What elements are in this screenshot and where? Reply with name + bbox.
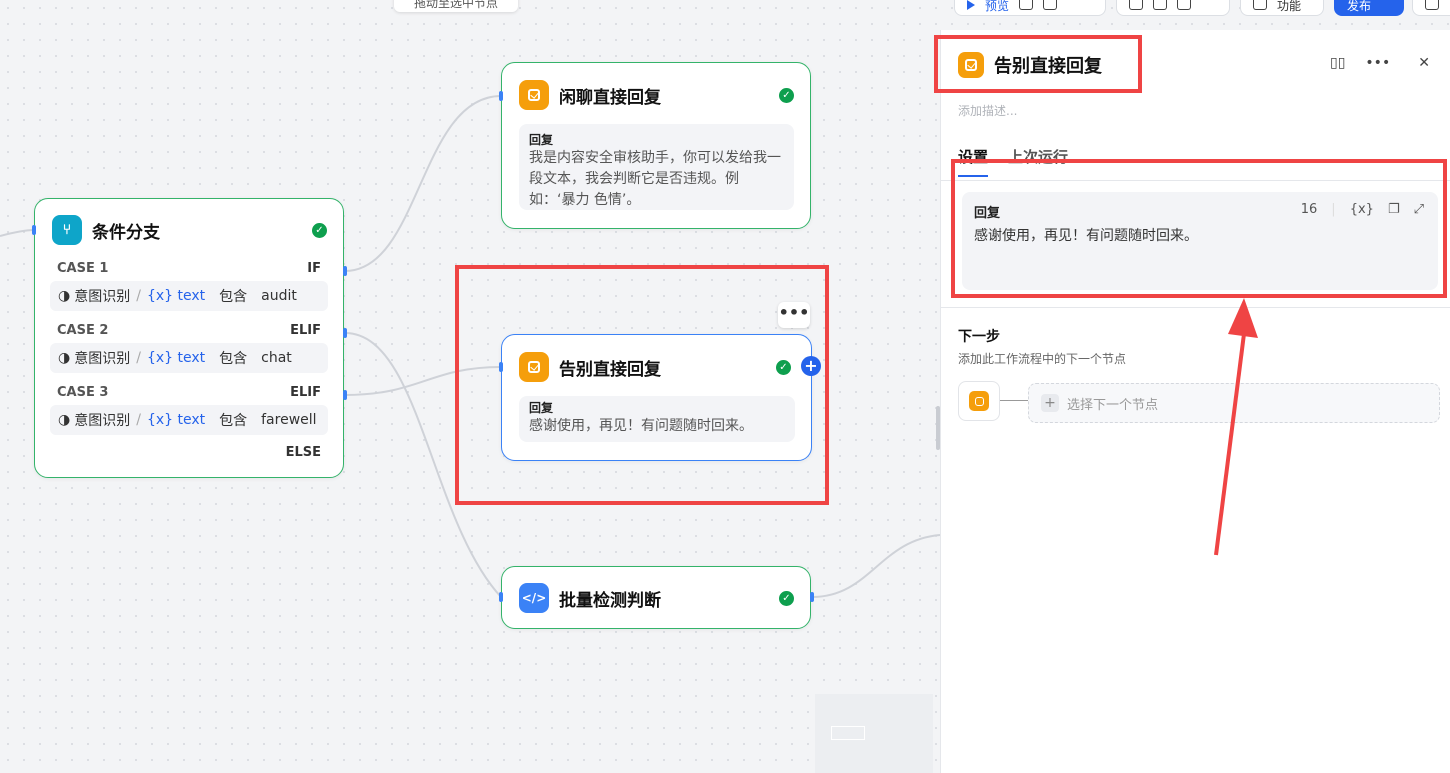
case-2-output-port[interactable] <box>343 328 347 338</box>
case-3-output-port[interactable] <box>343 390 347 400</box>
annotation-highlight-node <box>455 265 829 505</box>
tools-toolbar[interactable] <box>1116 0 1230 16</box>
variable-tag: {x} text <box>146 288 206 304</box>
section-divider <box>940 307 1450 308</box>
minimap-viewport <box>831 726 865 740</box>
plus-icon: + <box>1041 394 1059 412</box>
variable-tag: {x} text <box>146 412 206 428</box>
play-icon <box>967 0 975 10</box>
node-title: 批量检测判断 <box>559 590 661 611</box>
node-title: 条件分支 <box>92 222 160 243</box>
description-input[interactable]: 添加描述... <box>958 102 1017 119</box>
case-3-header: CASE 3 ELIF <box>57 384 321 400</box>
reply-node-icon <box>969 391 989 411</box>
select-next-node-label: 选择下一个节点 <box>1067 397 1159 413</box>
next-step-title: 下一步 <box>958 329 1000 345</box>
input-port[interactable] <box>32 225 36 235</box>
checklist-icon[interactable] <box>1043 0 1058 10</box>
export-icon[interactable] <box>1177 0 1191 10</box>
apps-icon <box>1253 0 1267 10</box>
annotation-highlight-reply <box>951 159 1447 298</box>
success-check-icon: ✓ <box>779 590 794 606</box>
success-check-icon: ✓ <box>779 87 794 103</box>
input-port[interactable] <box>499 592 503 602</box>
node-header: </> 批量检测判断 ✓ <box>519 583 794 613</box>
minimap[interactable] <box>815 694 933 773</box>
case-2-condition[interactable]: ◑ 意图识别 / {x} text 包含 chat <box>50 343 328 373</box>
more-icon[interactable]: ••• <box>1365 55 1390 71</box>
preview-toolbar[interactable]: 预览 <box>954 0 1106 16</box>
code-icon: </> <box>519 583 549 613</box>
condition-branch-node[interactable]: ⑂ 条件分支 ✓ CASE 1 IF ◑ 意图识别 / {x} text 包含 au… <box>34 198 344 478</box>
annotation-highlight-title <box>934 35 1142 93</box>
intent-icon: ◑ <box>58 412 71 428</box>
reply-preview: 回复 我是内容安全审核助手，你可以发给我一段文本，我会判断它是否违规。例如：‘暴… <box>519 124 794 210</box>
branch-icon: ⑂ <box>52 215 82 245</box>
publish-label: 发布 <box>1347 0 1372 13</box>
clock-button[interactable] <box>1412 0 1450 16</box>
variable-tag: {x} text <box>146 350 206 366</box>
preview-button[interactable]: 预览 <box>985 0 1009 14</box>
publish-button[interactable]: 发布 <box>1334 0 1404 16</box>
history-icon[interactable] <box>1019 0 1034 10</box>
select-next-node-button[interactable]: + 选择下一个节点 <box>1028 383 1440 423</box>
case-1-header: CASE 1 IF <box>57 260 321 276</box>
panel-actions: ▯▯ ••• ✕ <box>1330 55 1430 71</box>
book-icon[interactable]: ▯▯ <box>1330 55 1345 71</box>
chitchat-reply-node[interactable]: 闲聊直接回复 ✓ 回复 我是内容安全审核助手，你可以发给我一段文本，我会判断它是… <box>501 62 811 229</box>
input-port[interactable] <box>499 91 503 101</box>
intent-icon: ◑ <box>58 350 71 366</box>
clock-icon <box>1425 0 1439 10</box>
intent-icon: ◑ <box>58 288 71 304</box>
next-connector <box>1000 400 1028 401</box>
next-step-subtitle: 添加此工作流程中的下一个节点 <box>958 352 1127 366</box>
features-label: 功能 <box>1277 0 1302 13</box>
node-header: ⑂ 条件分支 ✓ <box>35 215 343 245</box>
reply-text: 我是内容安全审核助手，你可以发给我一段文本，我会判断它是否违规。例如：‘暴力 色… <box>529 150 781 208</box>
case-3-condition[interactable]: ◑ 意图识别 / {x} text 包含 farewell <box>50 405 328 435</box>
current-node-chip <box>958 381 1000 421</box>
comment-icon[interactable] <box>1129 0 1143 10</box>
close-icon[interactable]: ✕ <box>1418 55 1430 71</box>
node-header: 闲聊直接回复 ✓ <box>519 80 794 110</box>
batch-check-node[interactable]: </> 批量检测判断 ✓ <box>501 566 811 629</box>
reply-label: 回复 <box>529 133 554 147</box>
drag-hint-tooltip: 拖动至选中节点 <box>394 0 518 12</box>
output-port[interactable] <box>810 592 814 602</box>
case-2-header: CASE 2 ELIF <box>57 322 321 338</box>
case-1-output-port[interactable] <box>343 266 347 276</box>
reply-node-icon <box>519 80 549 110</box>
success-check-icon: ✓ <box>312 222 327 238</box>
features-button[interactable]: 功能 <box>1240 0 1324 16</box>
else-row: ELSE <box>285 444 321 460</box>
drag-hint-text: 拖动至选中节点 <box>413 0 498 10</box>
chart-icon[interactable] <box>1153 0 1167 10</box>
node-title: 闲聊直接回复 <box>559 87 661 108</box>
case-1-condition[interactable]: ◑ 意图识别 / {x} text 包含 audit <box>50 281 328 311</box>
